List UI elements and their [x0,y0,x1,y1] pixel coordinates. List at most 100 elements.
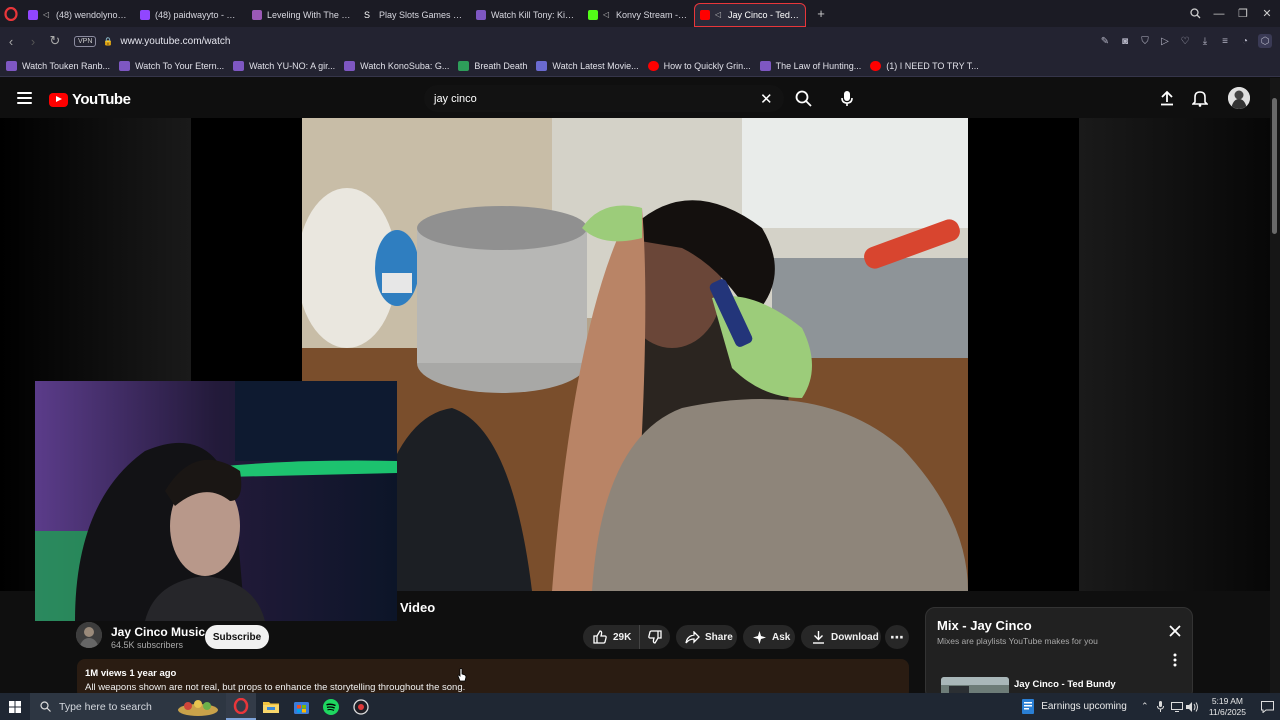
more-vertical-icon[interactable] [1171,653,1179,667]
show-hidden-icons-icon[interactable]: ⌃ [1137,693,1153,720]
account-avatar[interactable] [1228,87,1250,109]
vpn-badge[interactable]: VPN [74,35,97,47]
tab-label: Konvy Stream - Watch [616,9,688,20]
url-field[interactable]: www.youtube.com/watch [120,36,230,47]
bookmark-label: Watch Touken Ranb... [22,60,111,71]
scrollbar-thumb[interactable] [1272,98,1277,234]
youtube-logo[interactable]: YouTube [49,91,131,108]
more-actions-button[interactable]: ⋯ [885,625,909,649]
windows-taskbar: Type here to search Earnings upcoming ⌃ … [0,693,1280,720]
opera-logo-icon[interactable] [0,3,22,25]
video-frame[interactable] [302,118,968,591]
bookmark-3[interactable]: Watch YU-NO: A gir... [233,60,336,71]
tab-label: Jay Cinco - Ted Bundy [728,9,800,20]
browser-tab-3[interactable]: Leveling With The Gods - [246,3,358,27]
back-button[interactable]: ‹ [0,30,22,52]
subscriber-count: 64.5K subscribers [111,640,184,650]
volume-icon[interactable] [1185,693,1201,720]
player-ambient-right [1079,118,1270,591]
close-icon[interactable] [1168,624,1182,638]
muted-speaker-icon[interactable]: ◁ [43,10,51,20]
kick-icon [588,9,598,20]
page-scrollbar[interactable] [1270,78,1280,693]
camera-icon[interactable]: ◙ [1118,34,1132,48]
microphone-icon[interactable] [1153,693,1169,720]
windows-start-button[interactable] [0,693,30,720]
description-text: All weapons shown are not real, but prop… [85,682,466,693]
bookmark-5[interactable]: Breath Death [458,60,527,71]
bookmark-8[interactable]: The Law of Hunting... [759,60,862,71]
youtube-icon [700,9,710,20]
subscribe-button[interactable]: Subscribe [205,625,269,649]
bookmark-label: Watch KonoSuba: G... [360,60,450,71]
browser-tab-6[interactable]: ◁ Konvy Stream - Watch [582,3,694,27]
notifications-button[interactable] [1190,88,1210,108]
dislike-button[interactable] [639,625,670,649]
voice-search-button[interactable] [833,84,861,112]
news-widget[interactable]: Earnings upcoming [1021,699,1127,714]
taskbar-streaming-app[interactable] [346,693,376,720]
address-tools: ✎ ◙ ⛉ ▷ ♡ ⤓ ≡ ◔ ⬡ [1098,27,1272,55]
search-input[interactable]: jay cinco [424,85,784,112]
channel-avatar[interactable] [76,622,102,648]
edit-icon[interactable]: ✎ [1098,34,1112,48]
bookmark-1[interactable]: Watch Touken Ranb... [6,60,111,71]
clear-search-icon[interactable]: ✕ [760,90,773,108]
download-button[interactable]: Download [801,625,881,649]
network-icon[interactable] [1169,693,1185,720]
bookmark-4[interactable]: Watch KonoSuba: G... [344,60,450,71]
browser-tab-5[interactable]: Watch Kill Tony: Kill or Be [470,3,582,27]
news-icon [1022,699,1035,714]
channel-name[interactable]: Jay Cinco Music [111,625,205,639]
mix-item-title[interactable]: Jay Cinco - Ted Bundy [1014,679,1116,690]
browser-tab-1[interactable]: ◁ (48) wendolynortizz - [22,3,134,27]
taskbar-clock[interactable]: 5:19 AM 11/6/2025 [1209,696,1246,718]
like-button[interactable]: 29K [583,625,639,649]
shield-icon[interactable]: ⛉ [1138,34,1152,48]
like-count: 29K [613,631,632,643]
taskbar-spotify[interactable] [316,693,346,720]
download-icon[interactable]: ⤓ [1198,34,1212,48]
muted-speaker-icon[interactable]: ◁ [715,10,723,20]
browser-tab-4[interactable]: S Play Slots Games for Free [358,3,470,27]
bookmark-label: Watch YU-NO: A gir... [249,60,336,71]
bookmark-site-icon [119,60,131,71]
thumbs-down-icon [646,628,664,646]
notification-center-icon[interactable] [1254,693,1280,720]
close-window-button[interactable]: ✕ [1254,0,1280,27]
search-button[interactable] [786,85,820,112]
browser-tab-2[interactable]: (48) paidwayyto - Twitch [134,3,246,27]
browser-tab-active[interactable]: ◁ Jay Cinco - Ted Bundy [694,2,806,27]
taskbar-microsoft-store[interactable] [286,693,316,720]
heart-icon[interactable]: ♡ [1178,34,1192,48]
taskbar-search-box[interactable]: Type here to search [30,693,226,720]
bookmark-2[interactable]: Watch To Your Etern... [119,60,224,71]
muted-speaker-icon[interactable]: ◁ [603,10,611,20]
clock-time: 5:19 AM [1211,695,1243,706]
taskbar-opera-gx[interactable] [226,693,256,720]
bookmark-9[interactable]: (1) I NEED TO TRY T... [870,60,979,71]
thumbs-up-icon [591,628,609,646]
play-icon[interactable]: ▷ [1158,34,1172,48]
taskbar-search-placeholder: Type here to search [59,700,152,713]
forward-button[interactable]: › [22,30,44,52]
search-tabs-icon[interactable] [1182,0,1208,27]
extension-icon[interactable]: ⬡ [1258,34,1272,48]
maximize-button[interactable]: ❐ [1230,0,1256,27]
ask-button[interactable]: Ask [743,625,795,649]
new-tab-button[interactable]: + [812,5,830,23]
bookmark-label: The Law of Hunting... [775,60,862,71]
share-button[interactable]: Share [676,625,737,649]
tab-label: Watch Kill Tony: Kill or Be [491,9,576,20]
minimize-button[interactable]: — [1206,0,1232,27]
bookmark-7[interactable]: How to Quickly Grin... [647,60,751,71]
profile-icon[interactable]: ◔ [1238,34,1252,48]
guide-menu-icon[interactable] [17,92,32,104]
reload-button[interactable]: ↻ [44,30,66,52]
lock-icon[interactable]: 🔒 [103,37,113,46]
taskbar-file-explorer[interactable] [256,693,286,720]
menu-icon[interactable]: ≡ [1218,34,1232,48]
search-icon [40,701,51,712]
bookmark-6[interactable]: Watch Latest Movie... [536,60,639,71]
upload-button[interactable] [1157,88,1177,108]
